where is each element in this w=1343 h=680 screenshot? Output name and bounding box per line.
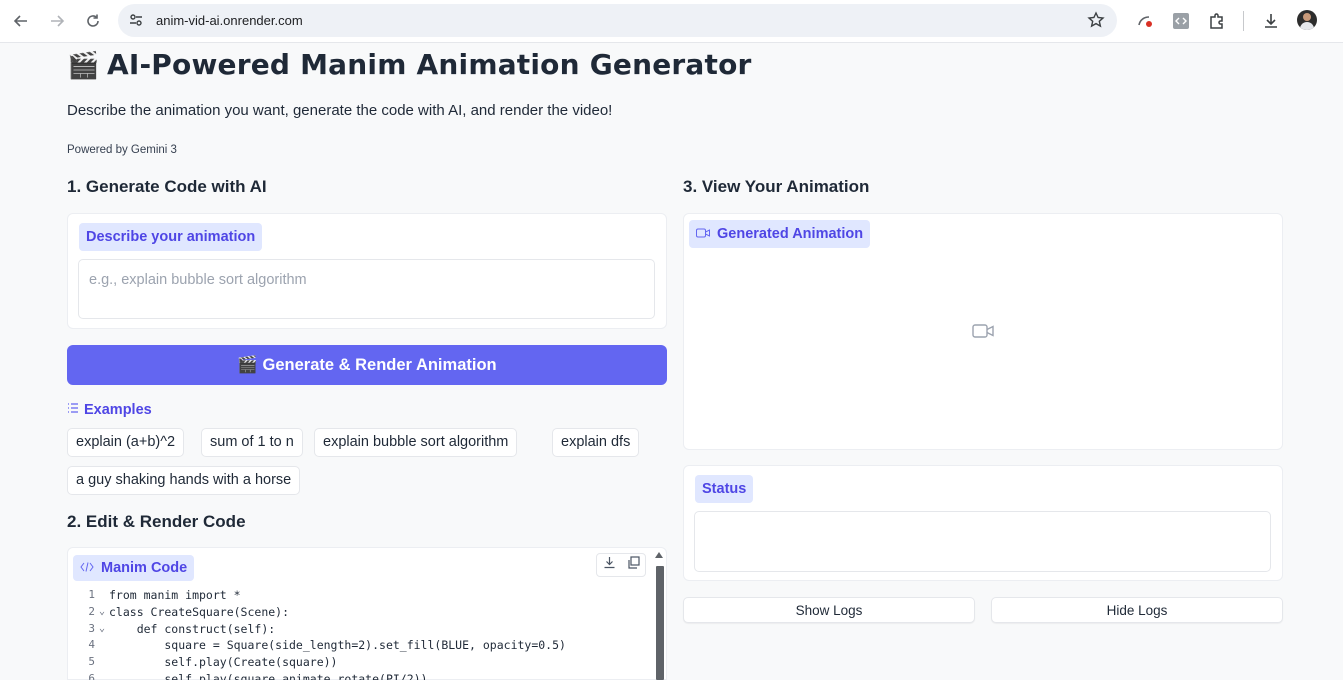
code-lines: 1 from manim import * 2 ⌄ class CreateSquar… [75, 587, 566, 680]
list-icon [67, 402, 79, 418]
section-3-title: 3. View Your Animation [683, 177, 870, 196]
show-logs-button[interactable]: Show Logs [683, 597, 975, 623]
page-subtitle: Describe the animation you want, generat… [67, 102, 613, 119]
code-text: square = Square(side_length=2).set_fill(… [109, 638, 566, 653]
code-text: class CreateSquare(Scene): [109, 604, 290, 619]
bookmark-star-icon[interactable] [1087, 11, 1105, 34]
video-camera-icon [696, 226, 710, 242]
code-line: 2 ⌄ class CreateSquare(Scene): [88, 604, 290, 621]
download-code-icon[interactable] [603, 556, 616, 574]
url-text: anim-vid-ai.onrender.com [156, 13, 303, 28]
scroll-up-arrow[interactable] [655, 552, 663, 558]
clapperboard-icon: 🎬 [67, 51, 100, 81]
copy-icon[interactable] [627, 556, 640, 574]
code-line: 6 self.play(square.animate.rotate(PI/2)) [75, 671, 566, 680]
section-2-title: 2. Edit & Render Code [67, 512, 246, 531]
code-text: from manim import * [109, 588, 241, 602]
code-text: self.play(square.animate.rotate(PI/2)) [109, 671, 428, 680]
toolbar-separator [1243, 11, 1244, 31]
examples-label: Examples [67, 402, 152, 418]
site-settings-icon[interactable] [128, 12, 144, 33]
prompt-label: Describe your animation [79, 223, 263, 251]
fold-toggle[interactable]: ⌄ [95, 621, 109, 638]
prompt-label-text: Describe your animation [86, 229, 256, 245]
prompt-input[interactable]: e.g., explain bubble sort algorithm [78, 259, 655, 319]
example-chip[interactable]: a guy shaking hands with a horse [67, 466, 301, 495]
powered-by-text: Powered by Gemini 3 [67, 144, 177, 156]
code-text: def construct(self): [109, 621, 276, 636]
hide-logs-button[interactable]: Hide Logs [991, 597, 1283, 623]
fold-toggle[interactable]: ⌄ [95, 604, 109, 621]
download-icon[interactable] [1259, 9, 1283, 33]
page-title: 🎬 AI-Powered Manim Animation Generator [67, 48, 752, 81]
browser-toolbar: anim-vid-ai.onrender.com [0, 0, 1343, 43]
example-chip[interactable]: sum of 1 to n [201, 428, 303, 457]
video-label: Generated Animation [689, 220, 871, 248]
example-chip[interactable]: explain bubble sort algorithm [314, 428, 518, 457]
example-chip[interactable]: explain (a+b)^2 [67, 428, 185, 457]
status-label: Status [695, 475, 754, 503]
code-line: 1 from manim import * [88, 588, 241, 602]
code-line: 3 ⌄ def construct(self): [88, 621, 276, 638]
address-bar[interactable]: anim-vid-ai.onrender.com [118, 4, 1117, 37]
page-title-text: AI-Powered Manim Animation Generator [107, 48, 752, 81]
code-toolbar [596, 553, 646, 577]
back-icon[interactable] [8, 8, 34, 34]
video-placeholder-icon [972, 323, 994, 344]
generate-render-button[interactable]: 🎬 Generate & Render Animation [67, 345, 667, 385]
code-label-text: Manim Code [101, 560, 188, 576]
code-scrollbar[interactable] [656, 566, 664, 680]
status-output [694, 511, 1271, 572]
puzzle-icon[interactable] [1205, 9, 1229, 33]
prompt-placeholder: e.g., explain bubble sort algorithm [89, 272, 307, 288]
avatar[interactable] [1297, 10, 1317, 30]
video-label-text: Generated Animation [717, 226, 864, 242]
forward-icon[interactable] [44, 8, 70, 34]
section-1-title: 1. Generate Code with AI [67, 177, 267, 196]
code-line: 4 square = Square(side_length=2).set_fil… [88, 638, 566, 653]
code-extension-icon[interactable] [1169, 9, 1193, 33]
code-text: self.play(Create(square)) [109, 655, 338, 670]
code-line: 5 self.play(Create(square)) [88, 655, 338, 670]
examples-label-text: Examples [84, 402, 152, 418]
code-label: Manim Code [73, 555, 195, 581]
reload-icon[interactable] [80, 8, 106, 34]
example-chip[interactable]: explain dfs [552, 428, 640, 457]
status-label-text: Status [702, 481, 747, 497]
extension-icon[interactable] [1133, 9, 1157, 33]
code-icon [80, 560, 94, 576]
